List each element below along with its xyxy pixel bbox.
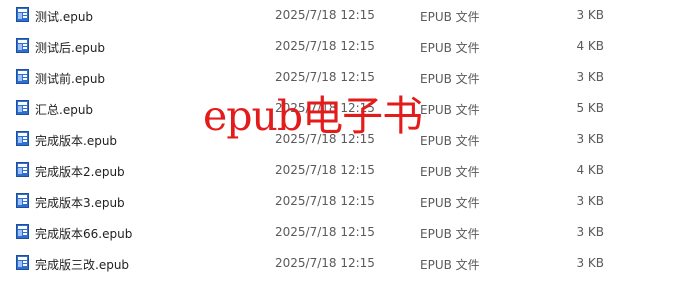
file-row[interactable]: 完成版本3.epub 2025/7/18 12:15 EPUB 文件 3 KB: [0, 186, 676, 217]
file-modified-date: 2025/7/18 12:15: [275, 132, 375, 146]
file-row[interactable]: 完成版三改.epub 2025/7/18 12:15 EPUB 文件 3 KB: [0, 248, 676, 279]
file-name: 测试前.epub: [35, 72, 106, 86]
file-size: 3 KB: [576, 132, 604, 146]
file-modified-date: 2025/7/18 12:15: [275, 39, 375, 53]
file-name: 完成版本3.epub: [35, 196, 125, 210]
file-row[interactable]: 完成版本.epub 2025/7/18 12:15 EPUB 文件 3 KB: [0, 124, 676, 155]
file-type: EPUB 文件: [420, 196, 480, 210]
file-size: 4 KB: [576, 163, 604, 177]
file-modified-date: 2025/7/18 12:15: [275, 163, 375, 177]
file-type: EPUB 文件: [420, 41, 480, 55]
file-type: EPUB 文件: [420, 227, 480, 241]
file-size: 3 KB: [576, 194, 604, 208]
file-row[interactable]: 完成版本66.epub 2025/7/18 12:15 EPUB 文件 3 KB: [0, 217, 676, 248]
file-modified-date: 2025/7/18 12:15: [275, 8, 375, 22]
file-type: EPUB 文件: [420, 10, 480, 24]
file-size: 5 KB: [576, 101, 604, 115]
epub-file-icon: [16, 131, 29, 146]
epub-file-icon: [16, 224, 29, 239]
epub-file-icon: [16, 162, 29, 177]
epub-file-icon: [16, 100, 29, 115]
file-row[interactable]: 测试.epub 2025/7/18 12:15 EPUB 文件 3 KB: [0, 0, 676, 31]
file-size: 3 KB: [576, 8, 604, 22]
file-name: 完成版本66.epub: [35, 227, 133, 241]
file-name: 测试.epub: [35, 10, 94, 24]
file-row[interactable]: 汇总.epub 2025/7/18 12:15 EPUB 文件 5 KB: [0, 93, 676, 124]
file-name: 汇总.epub: [35, 103, 94, 117]
file-type: EPUB 文件: [420, 165, 480, 179]
file-modified-date: 2025/7/18 12:15: [275, 70, 375, 84]
file-size: 4 KB: [576, 39, 604, 53]
epub-file-icon: [16, 69, 29, 84]
file-modified-date: 2025/7/18 12:15: [275, 101, 375, 115]
file-type: EPUB 文件: [420, 258, 480, 272]
file-name: 测试后.epub: [35, 41, 106, 55]
epub-file-icon: [16, 38, 29, 53]
file-size: 3 KB: [576, 225, 604, 239]
file-size: 3 KB: [576, 70, 604, 84]
file-type: EPUB 文件: [420, 72, 480, 86]
file-modified-date: 2025/7/18 12:15: [275, 225, 375, 239]
file-modified-date: 2025/7/18 12:15: [275, 256, 375, 270]
file-name: 完成版本.epub: [35, 134, 118, 148]
file-type: EPUB 文件: [420, 134, 480, 148]
file-row[interactable]: 测试后.epub 2025/7/18 12:15 EPUB 文件 4 KB: [0, 31, 676, 62]
file-size: 3 KB: [576, 256, 604, 270]
file-modified-date: 2025/7/18 12:15: [275, 194, 375, 208]
file-row[interactable]: 完成版本2.epub 2025/7/18 12:15 EPUB 文件 4 KB: [0, 155, 676, 186]
file-name: 完成版三改.epub: [35, 258, 130, 272]
epub-file-icon: [16, 255, 29, 270]
file-type: EPUB 文件: [420, 103, 480, 117]
file-list: 测试.epub 2025/7/18 12:15 EPUB 文件 3 KB 测试后…: [0, 0, 676, 284]
file-row[interactable]: 测试前.epub 2025/7/18 12:15 EPUB 文件 3 KB: [0, 62, 676, 93]
epub-file-icon: [16, 7, 29, 22]
epub-file-icon: [16, 193, 29, 208]
file-name: 完成版本2.epub: [35, 165, 125, 179]
